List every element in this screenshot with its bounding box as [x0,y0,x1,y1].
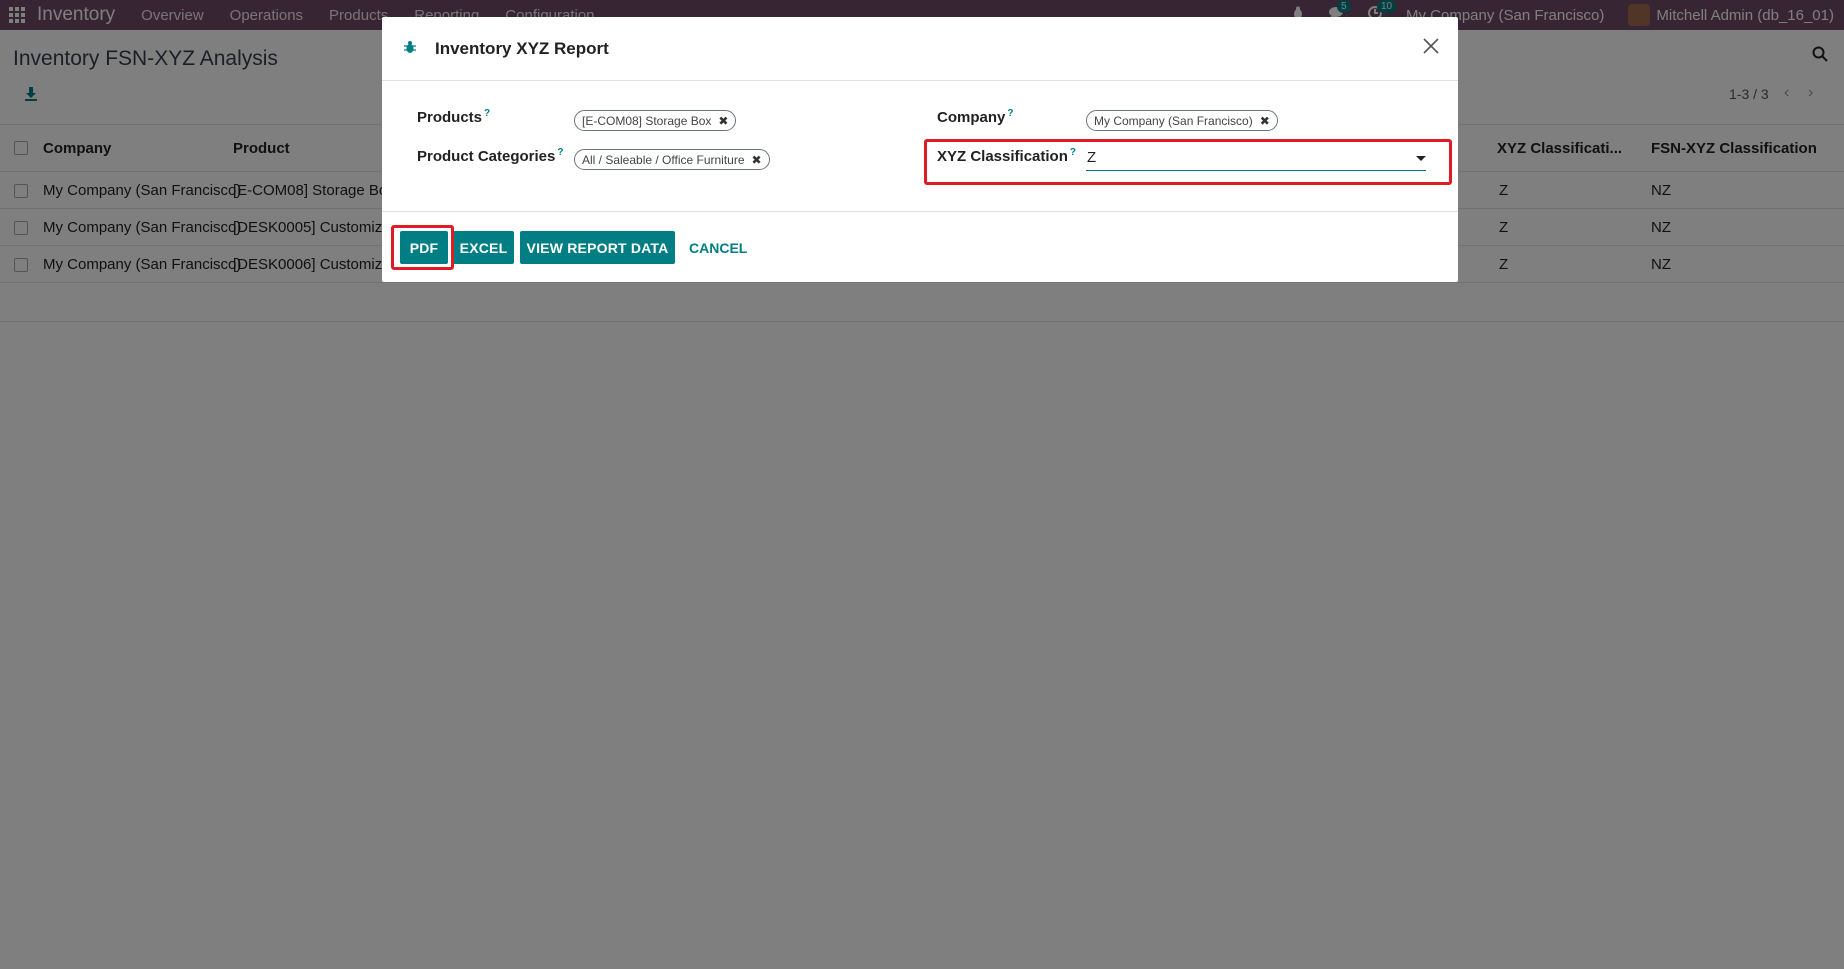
dialog-header: Inventory XYZ Report [382,17,1458,81]
products-tag-label: [E-COM08] Storage Box [582,113,712,128]
debug-bug-icon[interactable] [404,40,416,54]
xyz-field-highlight [924,139,1452,185]
remove-tag-icon[interactable]: ✖ [718,114,728,128]
dialog-footer-divider [382,211,1458,212]
close-icon[interactable] [1422,37,1440,55]
help-tooltip-icon[interactable]: ? [1007,108,1013,119]
pdf-button-highlight [391,225,454,270]
dialog-title: Inventory XYZ Report [435,39,609,58]
help-tooltip-icon[interactable]: ? [557,147,563,158]
product-categories-tag: All / Saleable / Office Furniture ✖ [574,149,770,170]
excel-button[interactable]: EXCEL [453,231,514,264]
help-tooltip-icon[interactable]: ? [484,108,490,119]
company-tag: My Company (San Francisco) ✖ [1086,110,1278,131]
products-tag: [E-COM08] Storage Box ✖ [574,110,737,131]
view-report-data-button[interactable]: VIEW REPORT DATA [520,231,675,264]
company-tag-label: My Company (San Francisco) [1094,113,1253,128]
product-categories-label-text: Product Categories [417,148,556,165]
categories-tag-label: All / Saleable / Office Furniture [582,152,745,167]
products-label-text: Products [417,109,483,126]
product-categories-label: Product Categories? [417,147,563,165]
remove-tag-icon[interactable]: ✖ [1260,114,1270,128]
remove-tag-icon[interactable]: ✖ [752,153,762,167]
company-label: Company? [937,108,1013,126]
company-label-text: Company [937,109,1006,126]
products-label: Products? [417,108,490,126]
cancel-button[interactable]: CANCEL [689,231,747,264]
